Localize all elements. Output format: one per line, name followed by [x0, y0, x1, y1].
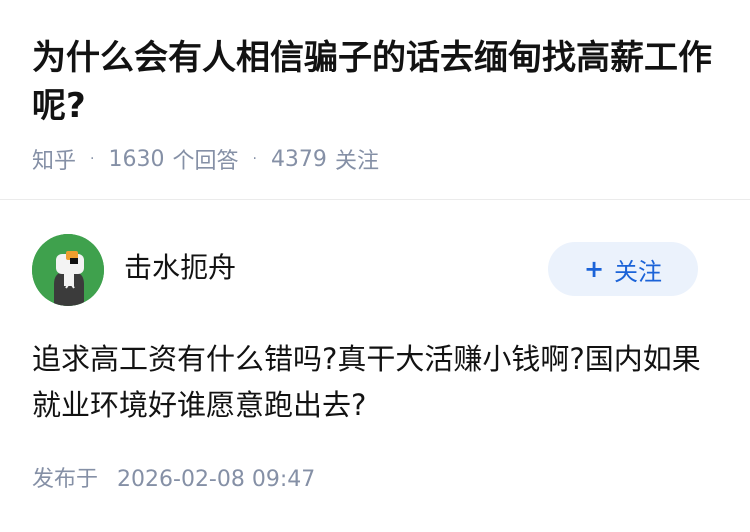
question-title[interactable]: 为什么会有人相信骗子的话去缅甸找高薪工作呢? — [32, 34, 722, 130]
follower-count: 4379 — [270, 146, 327, 172]
answer-content[interactable]: 追求高工资有什么错吗?真干大活赚小钱啊?国内如果就业环境好谁愿意跑出去? — [32, 336, 722, 428]
follow-button[interactable]: + 关注 — [548, 242, 698, 296]
avatar-image — [32, 234, 104, 306]
answer-count: 1630 — [108, 146, 165, 172]
zhihu-answer-page: 为什么会有人相信骗子的话去缅甸找高薪工作呢? 知乎 · 1630 个回答 · 4… — [0, 0, 750, 532]
avatar[interactable] — [32, 234, 104, 306]
question-meta: 知乎 · 1630 个回答 · 4379 关注 — [32, 142, 379, 176]
follower-count-label: 关注 — [334, 149, 379, 174]
separator-dot: · — [90, 151, 95, 167]
plus-icon: + — [583, 255, 605, 283]
publish-time: 2026-02-08 09:47 — [117, 467, 316, 492]
publish-label: 发布于 — [32, 467, 99, 492]
question-header: 为什么会有人相信骗子的话去缅甸找高薪工作呢? 知乎 · 1630 个回答 · 4… — [0, 0, 750, 200]
answer-author: 击水扼舟 + 关注 — [32, 234, 718, 306]
answer-count-label: 个回答 — [172, 149, 239, 174]
answer-footer: 发布于 2026-02-08 09:47 — [32, 462, 315, 498]
author-name[interactable]: 击水扼舟 — [124, 250, 236, 286]
source-label[interactable]: 知乎 — [32, 143, 76, 175]
follow-button-label: 关注 — [614, 257, 663, 286]
separator-dot: · — [252, 151, 257, 167]
